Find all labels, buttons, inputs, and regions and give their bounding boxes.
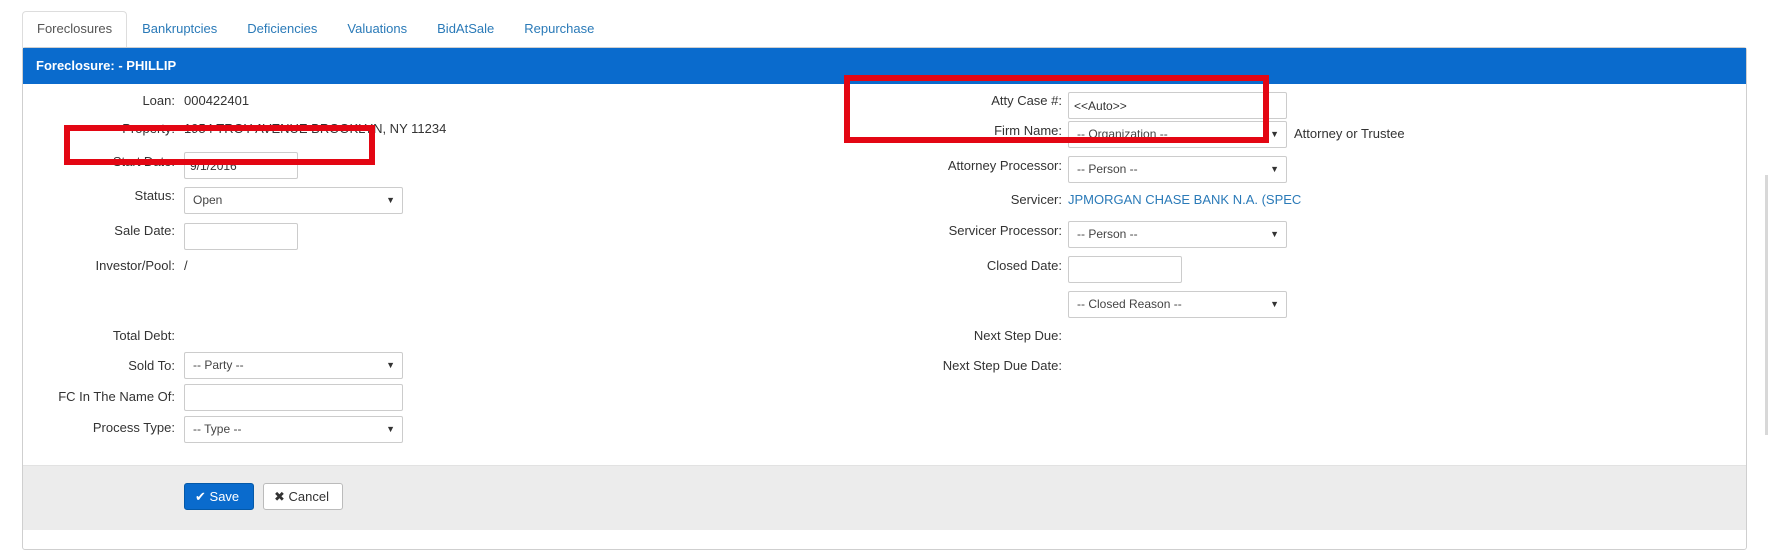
save-button-label: Save [209,489,240,504]
chevron-down-icon: ▼ [386,424,395,434]
close-icon: ✖ [274,489,285,504]
tab-foreclosures[interactable]: Foreclosures [22,11,128,48]
fc-name-input[interactable] [184,384,403,411]
tab-bar: Foreclosures Bankruptcies Deficiencies V… [22,11,609,48]
sale-date-label: Sale Date: [114,223,175,238]
next-step-due-label: Next Step Due: [973,328,1062,343]
tab-repurchase[interactable]: Repurchase [509,11,609,46]
servicer-processor-label: Servicer Processor: [948,223,1062,238]
chevron-down-icon: ▼ [1270,164,1279,174]
servicer-processor-select[interactable]: -- Person -- ▼ [1068,221,1287,248]
tab-bankruptcies[interactable]: Bankruptcies [127,11,232,46]
chevron-down-icon: ▼ [386,360,395,370]
attorney-processor-label: Attorney Processor: [947,158,1062,173]
chevron-down-icon: ▼ [1270,299,1279,309]
cancel-button[interactable]: ✖ Cancel [263,483,343,510]
check-icon: ✔ [195,489,206,504]
sold-to-label: Sold To: [128,358,175,373]
attorney-processor-selected: -- Person -- [1077,162,1138,176]
sale-date-input[interactable] [184,223,298,250]
status-selected: Open [193,193,223,207]
investor-value: / [184,258,188,273]
firm-name-hint: Attorney or Trustee [1294,126,1405,141]
servicer-link[interactable]: JPMORGAN CHASE BANK N.A. (SPEC [1068,192,1301,207]
tab-bidatsale[interactable]: BidAtSale [422,11,509,46]
status-select[interactable]: Open ▼ [184,187,403,214]
sold-to-selected: -- Party -- [193,358,244,372]
cancel-button-label: Cancel [288,489,329,504]
next-step-due-date-label: Next Step Due Date: [942,358,1062,373]
servicer-label: Servicer: [1010,192,1062,207]
firm-highlight-box [844,75,1269,143]
closed-date-input[interactable] [1068,256,1182,283]
start-date-highlight-box [64,125,375,165]
process-type-select[interactable]: -- Type -- ▼ [184,416,403,443]
process-type-label: Process Type: [92,420,175,435]
tab-valuations[interactable]: Valuations [332,11,422,46]
loan-value: 000422401 [184,93,250,108]
tab-deficiencies[interactable]: Deficiencies [232,11,332,46]
process-type-selected: -- Type -- [193,422,242,436]
save-button[interactable]: ✔ Save [184,483,254,510]
total-debt-label: Total Debt: [112,328,175,343]
investor-label: Investor/Pool: [95,258,176,273]
chevron-down-icon: ▼ [1270,129,1279,139]
status-label: Status: [134,188,175,203]
closed-date-label: Closed Date: [986,258,1062,273]
servicer-processor-selected: -- Person -- [1077,227,1138,241]
closed-reason-selected: -- Closed Reason -- [1077,297,1182,311]
chevron-down-icon: ▼ [386,195,395,205]
fc-name-label: FC In The Name Of: [58,389,175,404]
sold-to-select[interactable]: -- Party -- ▼ [184,352,403,379]
closed-reason-select[interactable]: -- Closed Reason -- ▼ [1068,291,1287,318]
attorney-processor-select[interactable]: -- Person -- ▼ [1068,156,1287,183]
form-footer: ✔ Save ✖ Cancel [23,465,1746,530]
loan-label: Loan: [142,93,175,108]
chevron-down-icon: ▼ [1270,229,1279,239]
